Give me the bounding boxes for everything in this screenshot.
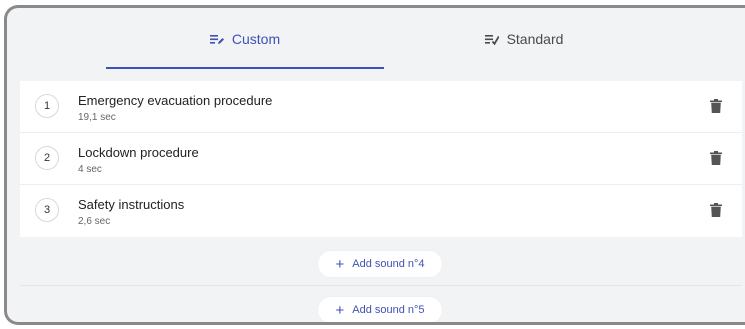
sound-duration: 19,1 sec (78, 112, 116, 123)
add-sound-5-label: Add sound n°5 (352, 304, 425, 316)
plus-icon: + (335, 301, 345, 319)
add-sound-5-button[interactable]: + Add sound n°5 (318, 297, 442, 322)
sound-duration: 4 sec (78, 164, 102, 175)
plus-icon: + (335, 255, 345, 273)
sound-duration: 2,6 sec (78, 216, 111, 227)
playlist-edit-icon (209, 34, 224, 44)
playlist-check-icon (484, 34, 499, 45)
list-item[interactable]: 1 Emergency evacuation procedure 19,1 se… (20, 81, 742, 133)
active-tab-indicator (106, 67, 384, 69)
sound-title: Emergency evacuation procedure (78, 93, 273, 108)
add-sound-area: + Add sound n°4 + Add sound n°5 (7, 241, 745, 322)
trash-icon[interactable] (710, 203, 722, 217)
tab-standard-label: Standard (506, 31, 564, 47)
sound-title: Lockdown procedure (78, 145, 199, 160)
add-sound-4-button[interactable]: + Add sound n°4 (318, 251, 442, 277)
list-item[interactable]: 3 Safety instructions 2,6 sec (20, 185, 742, 237)
sound-number-badge: 2 (35, 146, 59, 170)
add-sound-4-label: Add sound n°4 (352, 258, 425, 270)
divider (20, 285, 742, 286)
trash-icon[interactable] (710, 99, 722, 113)
tab-custom[interactable]: Custom (106, 8, 384, 70)
sound-number-badge: 1 (35, 94, 59, 118)
sound-panel: Custom Standard 1 Emergency evacuation p… (4, 5, 745, 325)
list-item[interactable]: 2 Lockdown procedure 4 sec (20, 133, 742, 185)
tab-standard[interactable]: Standard (385, 8, 663, 70)
tab-custom-label: Custom (231, 31, 281, 47)
sound-title: Safety instructions (78, 197, 185, 212)
sound-number-badge: 3 (35, 198, 59, 222)
tab-bar: Custom Standard (7, 8, 745, 80)
sound-list: 1 Emergency evacuation procedure 19,1 se… (20, 81, 742, 237)
trash-icon[interactable] (710, 151, 722, 165)
